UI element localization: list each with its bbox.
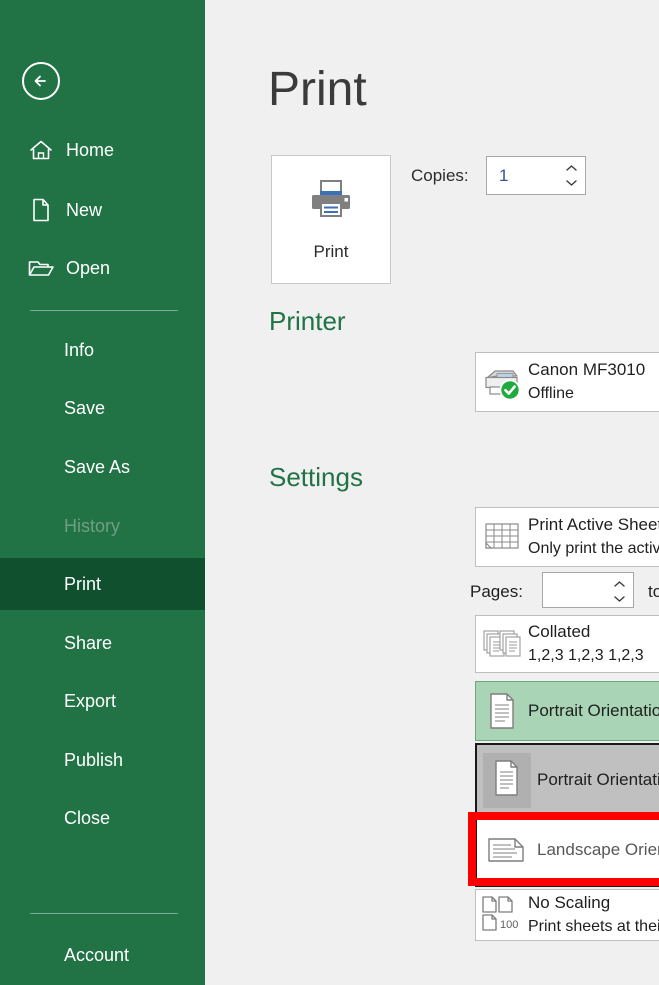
svg-text:100: 100 [500, 919, 518, 931]
scaling-100-icon: 100 [476, 893, 528, 937]
sidebar-item-label: New [66, 199, 103, 220]
settings-section-heading: Settings [269, 462, 363, 492]
sidebar-item-close[interactable]: Close [0, 796, 205, 840]
sidebar-item-publish[interactable]: Publish [0, 738, 205, 782]
sidebar-divider-bottom [30, 913, 178, 914]
printer-select[interactable]: Canon MF3010 Offline [475, 352, 659, 412]
dropdown-option-label: Landscape Orientation [537, 840, 659, 859]
chevron-down-icon [565, 180, 577, 186]
copies-value: 1 [499, 165, 509, 185]
print-area-text: Print Active Sheets Only print the activ… [528, 513, 659, 561]
sidebar-item-label: Info [64, 339, 95, 360]
dropdown-option-landscape[interactable]: Landscape Orientation [477, 815, 659, 885]
scaling-description: Print sheets at their actual size [528, 918, 659, 935]
portrait-page-icon [477, 752, 537, 808]
orientation-value: Portrait Orientation [528, 701, 659, 720]
sidebar-item-save[interactable]: Save [0, 386, 205, 430]
print-area-select[interactable]: Print Active Sheets Only print the activ… [475, 507, 659, 567]
scaling-select[interactable]: 100 No Scaling Print sheets at their act… [475, 889, 659, 941]
print-backstage-view: Home New Open Info Save Save As History … [0, 0, 659, 985]
collation-title: Collated [528, 622, 591, 641]
sidebar-divider-top [30, 310, 178, 311]
collate-icon [476, 624, 528, 664]
printer-section-heading: Printer [269, 306, 346, 336]
collation-text: Collated 1,2,3 1,2,3 1,2,3 [528, 620, 659, 668]
folder-icon [26, 255, 56, 281]
sidebar-item-save-as[interactable]: Save As [0, 445, 205, 489]
print-settings-pane: Print Print Copies: 1 Printer Canon MF30… [205, 0, 659, 985]
chevron-down-icon [613, 596, 625, 602]
sidebar-item-info[interactable]: Info [0, 328, 205, 372]
dropdown-option-portrait[interactable]: Portrait Orientation [477, 745, 659, 815]
print-area-title: Print Active Sheets [528, 515, 659, 534]
dropdown-option-label: Portrait Orientation [537, 770, 659, 789]
sidebar-item-account[interactable]: Account [0, 933, 205, 977]
sidebar-item-home[interactable]: Home [0, 128, 205, 172]
worksheet-grid-icon [476, 517, 528, 557]
sidebar-item-label: Share [64, 632, 113, 653]
collation-description: 1,2,3 1,2,3 1,2,3 [528, 647, 644, 664]
pages-from-input[interactable] [542, 572, 634, 608]
print-button[interactable]: Print [271, 155, 391, 284]
sidebar-item-export[interactable]: Export [0, 679, 205, 723]
pages-from-stepper[interactable] [612, 576, 626, 607]
sidebar-item-label: Print [64, 573, 102, 594]
printer-select-text: Canon MF3010 Offline [528, 358, 659, 406]
sidebar-item-label: Open [66, 257, 111, 278]
pages-to-label: to [648, 582, 659, 601]
copies-label: Copies: [411, 166, 469, 185]
sidebar-item-label: History [64, 515, 121, 536]
print-button-label: Print [313, 242, 349, 261]
backstage-sidebar: Home New Open Info Save Save As History … [0, 0, 205, 985]
sidebar-item-new[interactable]: New [0, 188, 205, 232]
pages-label: Pages: [470, 582, 523, 601]
page-title: Print [268, 63, 367, 116]
sidebar-item-label: Account [64, 944, 130, 965]
sidebar-item-label: Save As [64, 456, 131, 477]
sidebar-item-share[interactable]: Share [0, 621, 205, 665]
sidebar-item-print[interactable]: Print [0, 558, 205, 610]
sidebar-item-label: Publish [64, 749, 124, 770]
scaling-title: No Scaling [528, 893, 611, 912]
orientation-dropdown-list[interactable]: Portrait Orientation Landscape Orientati… [475, 743, 659, 887]
sidebar-item-label: Close [64, 807, 111, 828]
printer-status: Offline [528, 385, 574, 402]
collation-select[interactable]: Collated 1,2,3 1,2,3 1,2,3 [475, 615, 659, 673]
chevron-up-icon [565, 165, 577, 171]
back-arrow-icon[interactable] [22, 62, 60, 100]
landscape-page-icon [477, 832, 537, 868]
scaling-text: No Scaling Print sheets at their actual … [528, 891, 659, 939]
copies-input[interactable]: 1 [486, 156, 586, 195]
sidebar-item-label: Home [66, 139, 115, 160]
printer-name: Canon MF3010 [528, 360, 646, 379]
orientation-text: Portrait Orientation [528, 699, 659, 723]
printer-icon [307, 177, 355, 226]
home-icon [26, 137, 56, 163]
sidebar-item-label: Export [64, 690, 117, 711]
copies-stepper[interactable] [564, 160, 578, 191]
print-area-description: Only print the active sheets [528, 540, 659, 557]
page-icon [26, 197, 56, 223]
chevron-up-icon [613, 581, 625, 587]
printer-status-icon [476, 362, 528, 402]
sidebar-item-history: History [0, 504, 205, 548]
portrait-page-icon [476, 689, 528, 733]
orientation-select[interactable]: Portrait Orientation [475, 681, 659, 741]
sidebar-item-label: Save [64, 397, 106, 418]
sidebar-item-open[interactable]: Open [0, 246, 205, 290]
